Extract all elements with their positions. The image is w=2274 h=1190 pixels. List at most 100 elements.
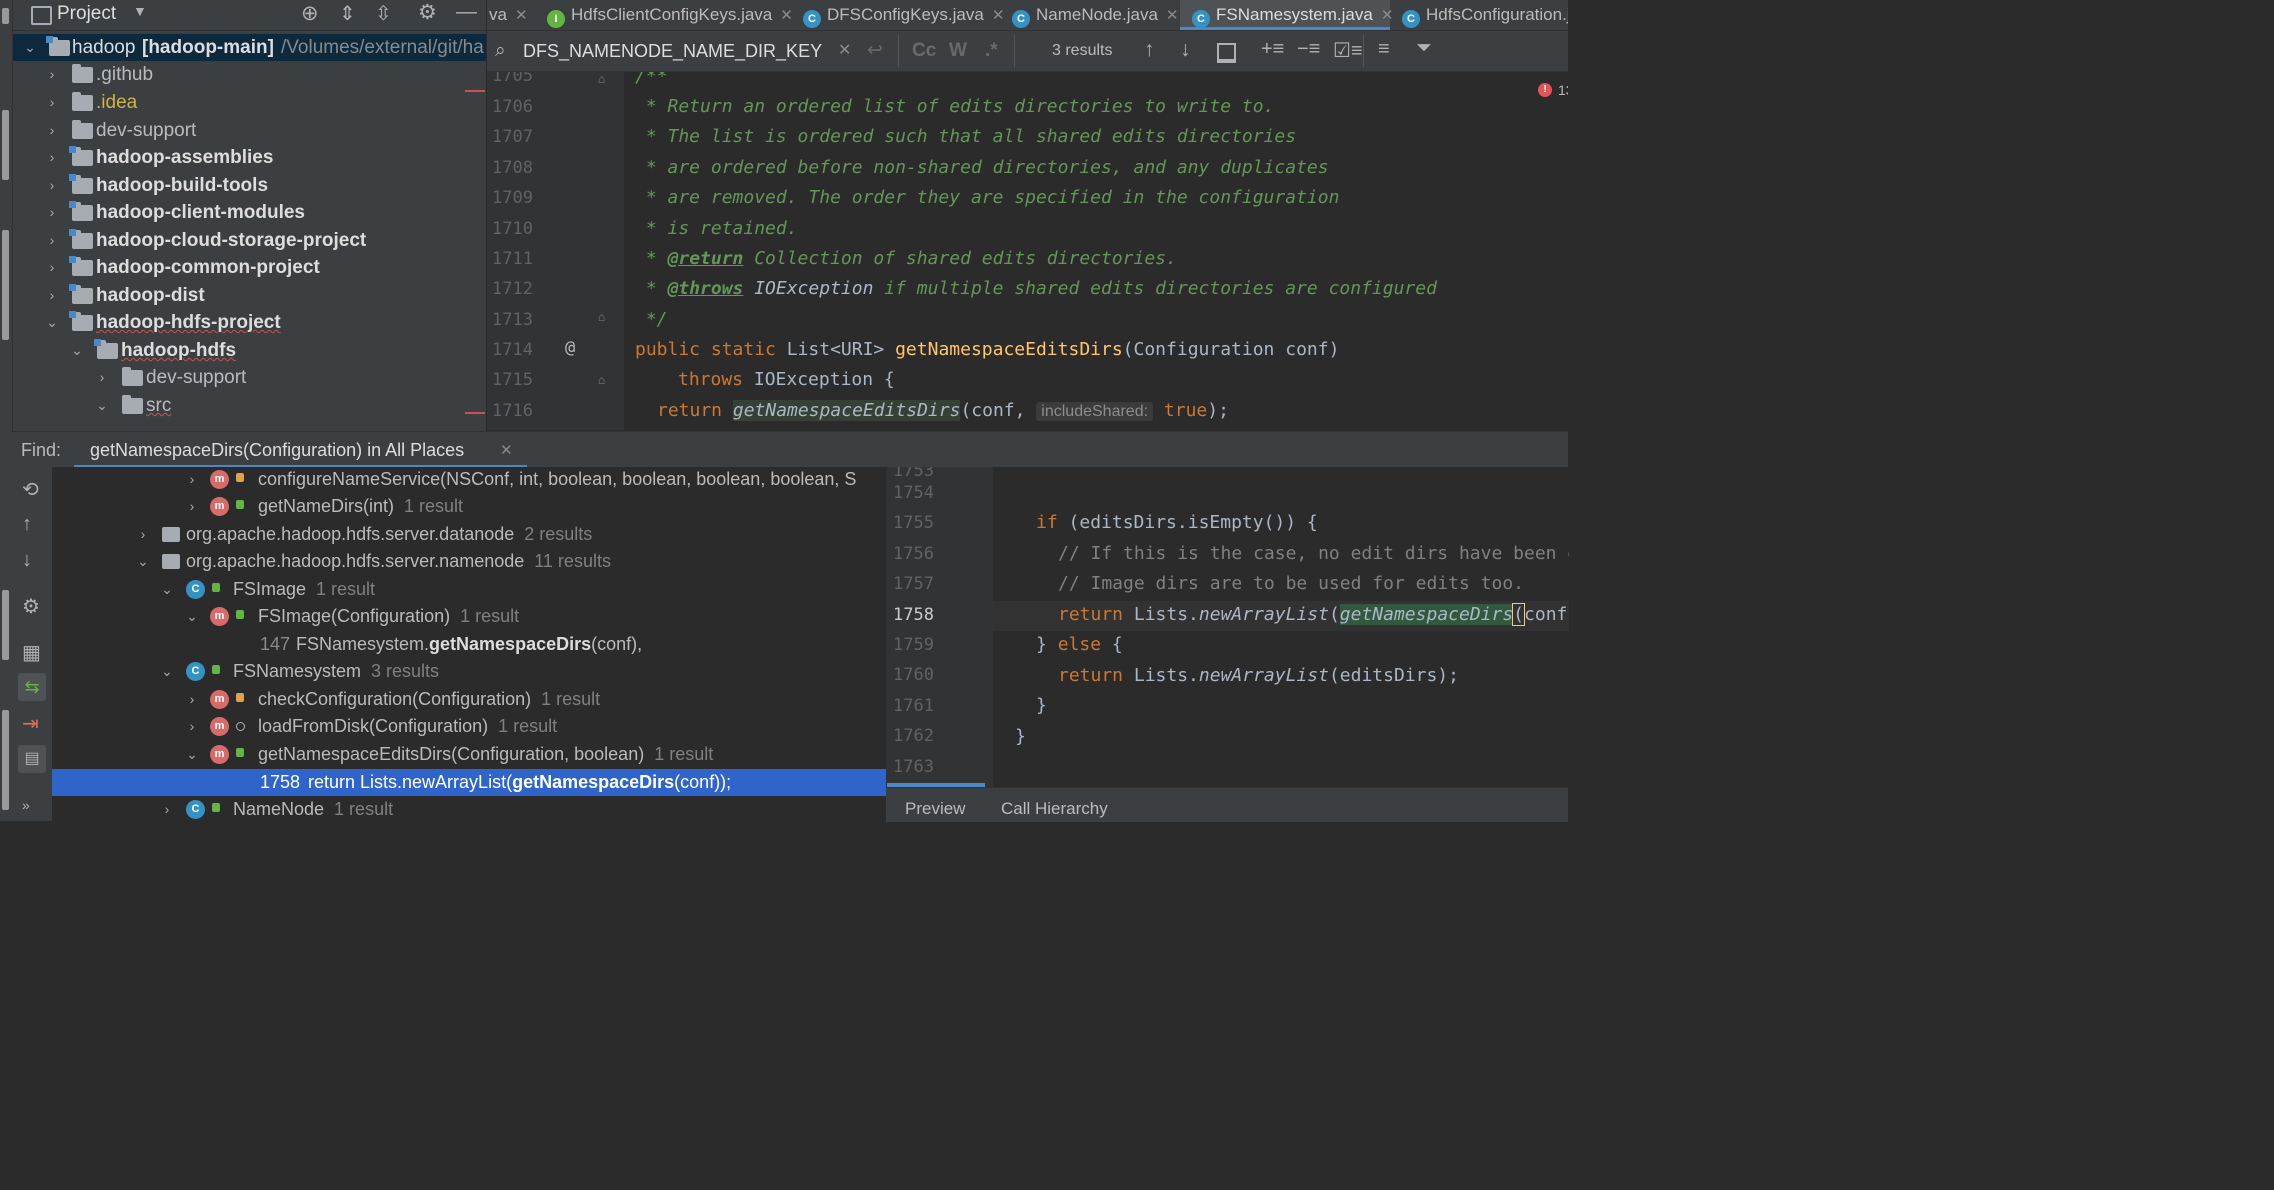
override-annotation-icon[interactable]: @ — [565, 338, 575, 358]
clear-icon[interactable]: ✕ — [838, 40, 851, 60]
next-occurrence-icon[interactable]: ↓ — [22, 549, 32, 572]
tree-item[interactable]: ⌄ hadoop-hdfs-project — [13, 309, 486, 336]
chevron-down-icon[interactable]: ⌄ — [23, 34, 37, 61]
arrow-down-icon[interactable]: ↓ — [1180, 38, 1191, 62]
tree-item[interactable]: ⌄ hadoop-hdfs — [13, 337, 486, 364]
tab-fsnamesystem[interactable]: C FSNamesystem.java ✕ — [1180, 0, 1393, 30]
result-method[interactable]: › m checkConfiguration(Configuration) 1 res… — [52, 686, 886, 713]
arrow-up-icon[interactable]: ↑ — [1144, 38, 1155, 62]
chevron-down-icon[interactable]: ▼ — [133, 3, 147, 19]
chevron-right-icon[interactable]: › — [185, 467, 199, 493]
tree-item[interactable]: › hadoop-cloud-storage-project — [13, 227, 486, 254]
remove-occurrence-icon[interactable]: −≡ — [1297, 38, 1320, 61]
find-results-tab[interactable]: getNamespaceDirs(Configuration) in All P… — [74, 432, 527, 468]
close-icon[interactable]: ✕ — [1166, 7, 1179, 24]
result-method[interactable]: ⌄ m getNamespaceEditsDirs(Configuration, b… — [52, 741, 886, 768]
fold-icon[interactable]: ⌂ — [598, 310, 605, 324]
tab-hdfsconfiguration[interactable]: C HdfsConfiguration.j — [1402, 0, 1568, 30]
tree-item[interactable]: › hadoop-common-project — [13, 254, 486, 281]
chevron-right-icon[interactable]: › — [45, 254, 59, 281]
preview-toggle-icon[interactable]: ▤ — [18, 745, 46, 773]
match-case-toggle[interactable]: Cc — [912, 40, 936, 62]
search-input[interactable] — [523, 38, 833, 64]
commit-tool-tab[interactable] — [2, 110, 9, 180]
tree-item[interactable]: › dev-support — [13, 117, 486, 144]
chevron-down-icon[interactable]: ⌄ — [95, 392, 109, 419]
previous-occurrence-icon[interactable]: ↑ — [22, 513, 32, 536]
filter-lines-icon[interactable]: ≡ — [1378, 38, 1390, 61]
result-class[interactable]: › C NameNode 1 result — [52, 796, 886, 821]
code-editor[interactable]: 1705 1706 1707 1708 1709 1710 1711 1712 … — [487, 72, 1568, 430]
chevron-right-icon[interactable]: › — [95, 364, 109, 391]
locate-icon[interactable]: ⊕ — [301, 1, 319, 26]
chevron-down-icon[interactable]: ⌄ — [70, 337, 84, 364]
close-icon[interactable]: ✕ — [515, 7, 528, 24]
read-access-icon[interactable]: ⇆ — [18, 673, 46, 701]
tree-item[interactable]: › hadoop-dist — [13, 282, 486, 309]
result-class[interactable]: ⌄ C FSNamesystem 3 results — [52, 658, 886, 685]
tab-call-hierarchy[interactable]: Call Hierarchy — [1001, 799, 1108, 819]
new-line-icon[interactable]: ↩ — [867, 39, 883, 62]
tree-item[interactable]: › hadoop-assemblies — [13, 144, 486, 171]
tab-truncated[interactable]: va ✕ — [489, 0, 528, 30]
chevron-right-icon[interactable]: › — [45, 89, 59, 116]
project-tool-tab[interactable] — [2, 8, 9, 24]
tree-item[interactable]: › .idea — [13, 89, 486, 116]
chevron-right-icon[interactable]: › — [136, 521, 150, 548]
result-method[interactable]: › m loadFromDisk(Configuration) 1 result — [52, 713, 886, 740]
result-usage[interactable]: 147 FSNamesystem.getNamespaceDirs(conf), — [52, 631, 886, 658]
close-icon[interactable]: ✕ — [500, 441, 513, 459]
result-method[interactable]: ⌄ m FSImage(Configuration) 1 result — [52, 603, 886, 630]
result-package[interactable]: › org.apache.hadoop.hdfs.server.datanode 2… — [52, 521, 886, 548]
chevron-right-icon[interactable]: › — [185, 686, 199, 713]
close-icon[interactable]: ✕ — [992, 7, 1005, 24]
chevron-down-icon[interactable]: ⌄ — [160, 658, 174, 685]
search-icon[interactable]: ⌕ — [495, 40, 506, 62]
filter-icon[interactable]: ⏷ — [1416, 37, 1432, 60]
bookmarks-tool-tab[interactable] — [2, 710, 9, 810]
close-icon[interactable]: ✕ — [780, 7, 793, 24]
structure-tool-tab[interactable] — [2, 590, 9, 660]
result-method[interactable]: › m getNameDirs(int) 1 result — [52, 493, 886, 520]
tab-namenode[interactable]: C NameNode.java ✕ — [1012, 0, 1178, 30]
chevron-right-icon[interactable]: › — [45, 117, 59, 144]
fold-icon[interactable]: ⌂ — [598, 72, 605, 86]
gear-icon[interactable]: ⚙ — [22, 594, 40, 619]
result-class[interactable]: ⌄ C FSImage 1 result — [52, 576, 886, 603]
chevron-down-icon[interactable]: ⌄ — [45, 309, 59, 336]
result-usage-selected[interactable]: 1758 return Lists.newArrayList(getNamespa… — [52, 769, 886, 796]
rerun-icon[interactable]: ⟲ — [22, 477, 39, 502]
tab-preview[interactable]: Preview — [905, 799, 965, 819]
chevron-down-icon[interactable]: ⌄ — [185, 741, 199, 768]
write-access-icon[interactable]: ⇥ — [22, 711, 39, 736]
chevron-right-icon[interactable]: › — [45, 172, 59, 199]
chevron-right-icon[interactable]: › — [45, 227, 59, 254]
tree-item[interactable]: › .github — [13, 61, 486, 88]
error-icon[interactable]: ! — [1538, 83, 1552, 97]
chevron-right-icon[interactable]: › — [45, 144, 59, 171]
project-view-title[interactable]: Project — [57, 3, 116, 25]
result-method[interactable]: › m configureNameService(NSConf, int, bool… — [52, 467, 886, 493]
add-occurrence-icon[interactable]: +≡ — [1261, 38, 1284, 61]
tree-item[interactable]: ⌄ src — [13, 392, 486, 419]
select-all-icon[interactable]: ☑≡ — [1333, 38, 1363, 63]
chevron-down-icon[interactable]: ⌄ — [160, 576, 174, 603]
chevron-down-icon[interactable]: ⌄ — [185, 603, 199, 630]
tree-item[interactable]: › hadoop-client-modules — [13, 199, 486, 226]
group-by-icon[interactable]: ▦ — [22, 640, 41, 665]
expand-all-icon[interactable]: ⇕ — [339, 1, 356, 26]
chevron-right-icon[interactable]: › — [45, 282, 59, 309]
usage-preview[interactable]: 1753 1754 1755 1756 1757 1758 1759 1760 … — [886, 467, 1569, 787]
chevron-right-icon[interactable]: › — [45, 61, 59, 88]
collapse-all-icon[interactable]: ⇳ — [375, 1, 392, 26]
regex-toggle[interactable]: .* — [985, 40, 998, 62]
result-package[interactable]: ⌄ org.apache.hadoop.hdfs.server.namenode 1… — [52, 548, 886, 575]
close-icon[interactable]: ✕ — [1381, 7, 1394, 24]
chevron-down-icon[interactable]: ⌄ — [136, 548, 150, 575]
tree-item[interactable]: › hadoop-build-tools — [13, 172, 486, 199]
hide-panel-icon[interactable]: — — [456, 0, 477, 24]
chevron-right-icon[interactable]: › — [185, 493, 199, 520]
more-icon[interactable]: » — [22, 797, 30, 813]
fold-icon[interactable]: ⌂ — [598, 373, 605, 387]
tab-dfsconfigkeys[interactable]: C DFSConfigKeys.java ✕ — [803, 0, 1004, 30]
